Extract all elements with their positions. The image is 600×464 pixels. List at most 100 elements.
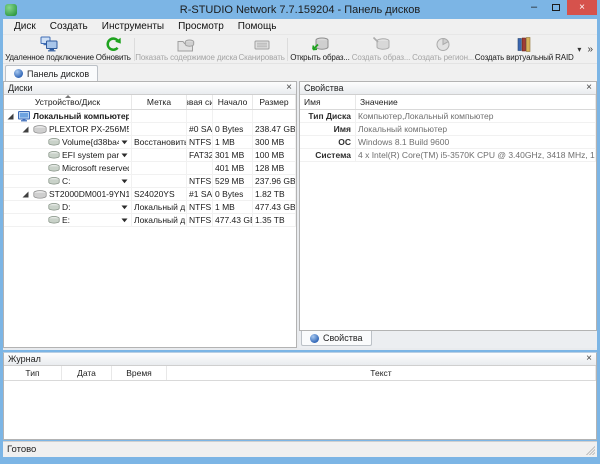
disk-row[interactable]: PLEXTOR PX-256M5Pro ...#0 SA...0 Bytes23…	[4, 123, 296, 136]
device-cell: ST2000DM001-9YN164 ...	[4, 188, 132, 201]
toolbar-button-label: Обновить	[96, 52, 131, 63]
cell-value: NTFS	[189, 202, 211, 212]
disk-row[interactable]: C:NTFS529 MB237.96 GB	[4, 175, 296, 188]
computer-icon	[18, 111, 31, 122]
properties-column-value[interactable]: Значение	[356, 95, 596, 109]
property-row[interactable]: Система4 x Intel(R) Core(TM) i5-3570K CP…	[300, 149, 596, 162]
cell-fs	[187, 162, 213, 175]
remote-connection-icon	[40, 37, 58, 52]
bottom-tab-strip: Свойства	[299, 331, 597, 348]
device-name: EFI system partition	[62, 150, 119, 160]
disks-column-size[interactable]: Размер	[253, 95, 296, 109]
column-header-label: Дата	[77, 368, 96, 378]
property-value: Windows 8.1 Build 9600	[358, 137, 449, 147]
refresh-button[interactable]: Обновить	[94, 35, 133, 64]
disks-panel-close-icon[interactable]: ×	[286, 83, 292, 93]
expander-icon[interactable]	[22, 126, 31, 133]
close-button[interactable]: ×	[567, 0, 597, 15]
log-column-text[interactable]: Текст	[167, 366, 596, 380]
cell-value: #1 SA...	[189, 189, 213, 199]
dropdown-icon[interactable]	[121, 153, 129, 158]
toolbar-more-icon[interactable]: »	[587, 44, 593, 55]
tab-properties[interactable]: Свойства	[301, 331, 372, 346]
disks-column-filesystem[interactable]: звая си	[187, 95, 213, 109]
cell-value: Локальный д...	[134, 202, 187, 212]
property-row[interactable]: ИмяЛокальный компьютер	[300, 123, 596, 136]
property-value-cell: 4 x Intel(R) Core(TM) i5-3570K CPU @ 3.4…	[356, 149, 596, 162]
dropdown-icon[interactable]	[121, 140, 129, 145]
log-table-body	[4, 381, 596, 439]
status-text: Готово	[7, 444, 36, 455]
open-image-icon	[311, 37, 329, 52]
log-panel-close-icon[interactable]: ×	[586, 354, 592, 364]
properties-table-header: ИмяЗначение	[300, 95, 596, 110]
disk-row[interactable]: E:Локальный д...NTFS477.43 GB1.35 TB	[4, 214, 296, 227]
cell-value: 477.43 GB	[215, 215, 253, 225]
dropdown-icon[interactable]	[121, 218, 129, 223]
disk-row[interactable]: Локальный компьютер	[4, 110, 296, 123]
minimize-button[interactable]: –	[523, 0, 545, 15]
disk-row[interactable]: ST2000DM001-9YN164 ...S24020YS#1 SA...0 …	[4, 188, 296, 201]
disks-column-label[interactable]: Метка	[132, 95, 187, 109]
property-row[interactable]: ОСWindows 8.1 Build 9600	[300, 136, 596, 149]
menu-item-disk[interactable]: Диск	[7, 21, 43, 32]
toolbar-overflow: ▾»	[573, 44, 595, 55]
toolbar-button-label: Создать регион...	[412, 52, 474, 63]
menu-item-tools[interactable]: Инструменты	[95, 21, 171, 32]
cell-label: Локальный д...	[132, 214, 187, 227]
cell-value: NTFS	[189, 137, 211, 147]
cell-value: 238.47 GB	[255, 124, 296, 134]
cell-value: 1 MB	[215, 137, 235, 147]
device-name: PLEXTOR PX-256M5Pro ...	[49, 124, 129, 134]
toolbar-button-label: Создать виртуальный RAID	[475, 52, 574, 63]
partition-icon	[48, 151, 60, 159]
scan-button: Сканировать	[237, 35, 286, 64]
disks-column-start[interactable]: Начало	[213, 95, 253, 109]
dropdown-icon[interactable]	[121, 205, 129, 210]
cell-size: 100 MB	[253, 149, 296, 162]
disk-row[interactable]: EFI system partitionFAT32301 MB100 MB	[4, 149, 296, 162]
cell-value: 1 MB	[215, 202, 235, 212]
resize-grip-icon[interactable]	[584, 444, 595, 455]
menu-item-view[interactable]: Просмотр	[171, 21, 231, 32]
cell-size: 300 MB	[253, 136, 296, 149]
cell-fs: #1 SA...	[187, 188, 213, 201]
disk-row[interactable]: Volume{d38ba4aa-2...ВосстановитьNTFS1 MB…	[4, 136, 296, 149]
maximize-button[interactable]	[545, 0, 567, 15]
properties-column-name[interactable]: Имя	[300, 95, 356, 109]
open-image-button[interactable]: Открыть образ...	[289, 35, 350, 64]
remote-connection-button[interactable]: Удаленное подключение	[5, 35, 94, 64]
cell-value: FAT32	[189, 150, 213, 160]
log-column-type[interactable]: Тип	[4, 366, 62, 380]
cell-fs: FAT32	[187, 149, 213, 162]
disks-panel-header: Диски ×	[4, 82, 296, 95]
menu-item-help[interactable]: Помощь	[231, 21, 284, 32]
dropdown-icon[interactable]	[121, 179, 129, 184]
tab-disk-panel[interactable]: Панель дисков	[5, 65, 98, 81]
toolbar-separator	[287, 38, 288, 61]
log-column-time[interactable]: Время	[112, 366, 167, 380]
cell-value: 477.43 GB	[255, 202, 296, 212]
log-column-date[interactable]: Дата	[62, 366, 112, 380]
menu-item-create[interactable]: Создать	[43, 21, 95, 32]
toolbar-dropdown-icon[interactable]: ▾	[577, 45, 581, 54]
create-region-button: Создать регион...	[411, 35, 475, 64]
cell-value: #0 SA...	[189, 124, 213, 134]
create-virtual-raid-button[interactable]: Создать виртуальный RAID	[475, 35, 573, 64]
disk-row[interactable]: Microsoft reserved pa...401 MB128 MB	[4, 162, 296, 175]
maximize-icon	[552, 4, 560, 11]
create-image-icon	[372, 37, 390, 52]
disks-column-device[interactable]: Устройство/Диск	[4, 95, 132, 109]
device-cell: E:	[4, 214, 132, 227]
window-controls: – ×	[523, 0, 597, 15]
expander-icon[interactable]	[22, 191, 31, 198]
property-row[interactable]: Тип ДискаКомпьютер,Локальный компьютер	[300, 110, 596, 123]
device-name: E:	[62, 215, 70, 225]
hard-drive-icon	[33, 190, 47, 199]
device-name: D:	[62, 202, 71, 212]
cell-fs	[187, 110, 213, 123]
properties-panel-close-icon[interactable]: ×	[586, 83, 592, 93]
cell-size: 477.43 GB	[253, 201, 296, 214]
expander-icon[interactable]	[7, 113, 16, 120]
disk-row[interactable]: D: Локальный д...NTFS 1 MB 477.43 GB	[4, 201, 296, 214]
